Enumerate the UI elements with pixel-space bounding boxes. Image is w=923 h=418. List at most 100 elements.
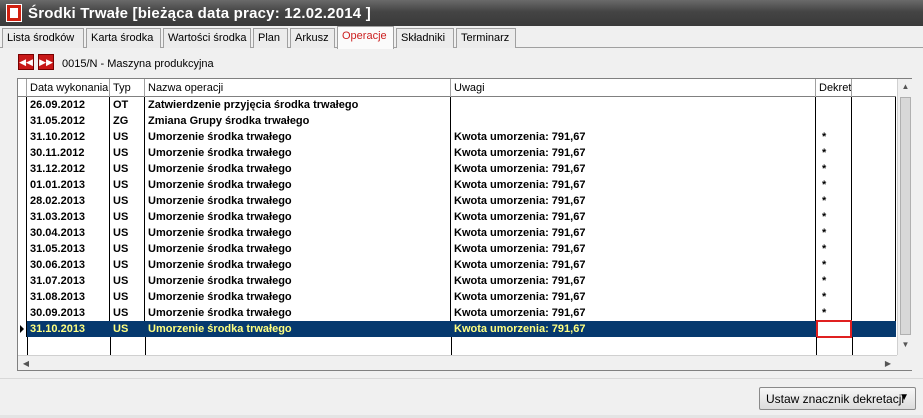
cell-dekret[interactable]: * (816, 209, 852, 225)
tab-strip: Lista środków Karta środka Wartości środ… (0, 26, 923, 49)
horizontal-scrollbar[interactable]: ◀ ▶ (18, 355, 897, 370)
cell-dekret[interactable]: * (816, 161, 852, 177)
scroll-down-arrow-icon[interactable]: ▼ (898, 337, 913, 353)
column-header-notes[interactable]: Uwagi (451, 79, 816, 97)
grid-line (816, 337, 817, 355)
row-indicator (18, 113, 27, 129)
tab-arkusz[interactable]: Arkusz (290, 28, 335, 48)
table-row[interactable]: 31.12.2012 US Umorzenie środka trwałego Kwo… (18, 161, 896, 177)
tab-skladniki[interactable]: Składniki (396, 28, 454, 48)
dekret-cell-highlight[interactable] (816, 320, 852, 338)
cell-notes: Kwota umorzenia: 791,67 (451, 129, 816, 145)
table-row[interactable]: 31.03.2013 US Umorzenie środka trwałego Kwo… (18, 209, 896, 225)
cell-name: Umorzenie środka trwałego (145, 145, 451, 161)
tab-karta-srodka[interactable]: Karta środka (86, 28, 161, 48)
row-indicator (18, 193, 27, 209)
cell-dekret[interactable]: * (816, 241, 852, 257)
grid-line (145, 337, 146, 355)
table-row[interactable]: 01.01.2013 US Umorzenie środka trwałego Kwo… (18, 177, 896, 193)
cell-filler (852, 257, 896, 273)
tab-terminarz[interactable]: Terminarz (456, 28, 516, 48)
row-indicator (18, 161, 27, 177)
cell-dekret[interactable]: * (816, 273, 852, 289)
cell-type: US (110, 145, 145, 161)
column-header-type[interactable]: Typ (110, 79, 145, 97)
column-header-name[interactable]: Nazwa operacji (145, 79, 451, 97)
cell-type: US (110, 129, 145, 145)
scroll-left-arrow-icon[interactable]: ◀ (18, 356, 34, 371)
cell-name: Umorzenie środka trwałego (145, 193, 451, 209)
cell-notes (451, 113, 816, 129)
table-row[interactable]: 31.07.2013 US Umorzenie środka trwałego Kwo… (18, 273, 896, 289)
table-row[interactable]: 28.02.2013 US Umorzenie środka trwałego Kwo… (18, 193, 896, 209)
row-indicator (18, 129, 27, 145)
cell-notes: Kwota umorzenia: 791,67 (451, 145, 816, 161)
cell-filler (852, 225, 896, 241)
set-dekret-marker-button[interactable]: Ustaw znacznik dekretacji ▼ (759, 387, 916, 410)
cell-name: Umorzenie środka trwałego (145, 257, 451, 273)
cell-date: 31.08.2013 (27, 289, 110, 305)
cell-dekret[interactable]: * (816, 257, 852, 273)
cell-date: 30.11.2012 (27, 145, 110, 161)
scroll-thumb[interactable] (900, 97, 911, 335)
cell-dekret[interactable] (816, 113, 852, 129)
grid-line (852, 337, 853, 355)
cell-notes: Kwota umorzenia: 791,67 (451, 161, 816, 177)
cell-name: Zatwierdzenie przyjęcia środka trwałego (145, 97, 451, 113)
cell-type: US (110, 321, 145, 337)
tab-wartosci-srodka[interactable]: Wartości środka (163, 28, 251, 48)
cell-dekret[interactable]: * (816, 289, 852, 305)
cell-date: 30.04.2013 (27, 225, 110, 241)
cell-dekret[interactable]: * (816, 177, 852, 193)
cell-name: Umorzenie środka trwałego (145, 209, 451, 225)
set-dekret-marker-label: Ustaw znacznik dekretacji (766, 392, 905, 406)
scroll-up-arrow-icon[interactable]: ▲ (898, 79, 913, 95)
table-row[interactable]: 30.11.2012 US Umorzenie środka trwałego Kwo… (18, 145, 896, 161)
table-row[interactable]: 31.10.2012 US Umorzenie środka trwałego Kwo… (18, 129, 896, 145)
scroll-corner (897, 355, 912, 370)
cell-filler (852, 273, 896, 289)
tab-plan[interactable]: Plan (253, 28, 288, 48)
cell-dekret[interactable]: * (816, 145, 852, 161)
table-row[interactable]: 31.08.2013 US Umorzenie środka trwałego Kwo… (18, 289, 896, 305)
operations-grid[interactable]: Data wykonania Typ Nazwa operacji Uwagi … (17, 78, 912, 371)
cell-notes: Kwota umorzenia: 791,67 (451, 225, 816, 241)
forward-icon[interactable]: ▶▶ (38, 54, 54, 70)
cell-dekret[interactable] (816, 97, 852, 113)
scroll-right-arrow-icon[interactable]: ▶ (880, 356, 896, 371)
cell-type: US (110, 225, 145, 241)
cell-dekret[interactable]: * (816, 225, 852, 241)
cell-notes: Kwota umorzenia: 791,67 (451, 193, 816, 209)
table-row[interactable]: 31.05.2012 ZG Zmiana Grupy środka trwałego (18, 113, 896, 129)
table-row[interactable]: 26.09.2012 OT Zatwierdzenie przyjęcia środ… (18, 97, 896, 113)
tab-operacje[interactable]: Operacje (337, 26, 394, 49)
table-row[interactable]: 30.09.2013 US Umorzenie środka trwałego Kwo… (18, 305, 896, 321)
table-row[interactable]: 30.06.2013 US Umorzenie środka trwałego Kwo… (18, 257, 896, 273)
table-row[interactable]: 30.04.2013 US Umorzenie środka trwałego Kwo… (18, 225, 896, 241)
column-header-date[interactable]: Data wykonania (27, 79, 110, 97)
app-book-icon (6, 4, 22, 22)
cell-name: Umorzenie środka trwałego (145, 177, 451, 193)
cell-type: US (110, 257, 145, 273)
divider (0, 378, 923, 379)
row-indicator (18, 257, 27, 273)
tab-lista-srodkow[interactable]: Lista środków (2, 28, 84, 48)
window-title: Środki Trwałe [bieżąca data pracy: 12.02… (28, 4, 371, 22)
cell-notes: Kwota umorzenia: 791,67 (451, 177, 816, 193)
cell-dekret[interactable]: * (816, 193, 852, 209)
row-indicator (18, 321, 27, 337)
rewind-icon[interactable]: ◀◀ (18, 54, 34, 70)
cell-notes: Kwota umorzenia: 791,67 (451, 305, 816, 321)
vertical-scrollbar[interactable]: ▲ ▼ (897, 79, 912, 355)
cell-name: Umorzenie środka trwałego (145, 161, 451, 177)
table-row[interactable]: 31.05.2013 US Umorzenie środka trwałego Kwo… (18, 241, 896, 257)
cell-dekret[interactable]: * (816, 129, 852, 145)
cell-dekret[interactable]: * (816, 305, 852, 321)
header-indicator (18, 79, 27, 97)
cell-type: US (110, 193, 145, 209)
column-header-dekret[interactable]: Dekret (816, 79, 852, 97)
cell-date: 28.02.2013 (27, 193, 110, 209)
cell-name: Umorzenie środka trwałego (145, 289, 451, 305)
row-indicator (18, 209, 27, 225)
table-row-selected[interactable]: 31.10.2013 US Umorzenie środka trwałego Kwo… (18, 320, 896, 338)
